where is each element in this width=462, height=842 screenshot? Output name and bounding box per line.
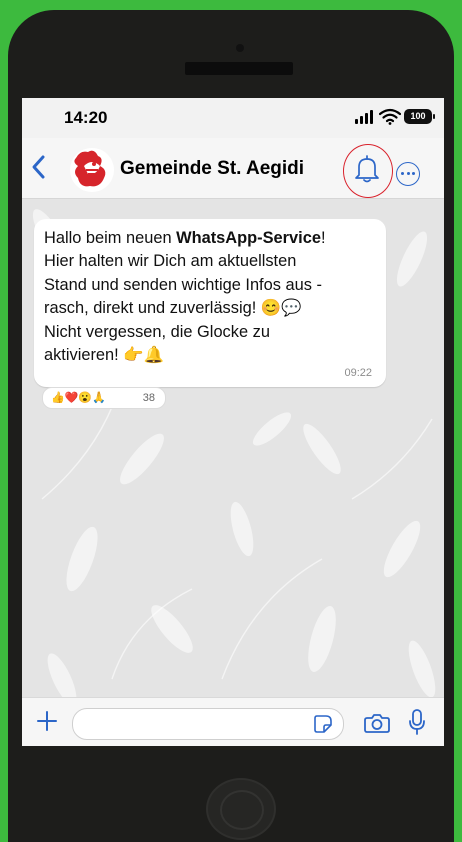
- phone-screen: 14:20 100 Gemeinde St. Aegidi Hallo beim…: [22, 98, 444, 746]
- microphone-icon[interactable]: [408, 708, 426, 736]
- front-camera: [236, 44, 244, 52]
- home-button[interactable]: [206, 778, 276, 840]
- message-line5: Nicht vergessen, die Glocke zu: [44, 322, 270, 341]
- message-line1-start: Hallo beim neuen: [44, 229, 177, 247]
- message-line2: Hier halten wir Dich am aktuellsten: [44, 252, 297, 271]
- message-text: Hallo beim neuen WhatsApp-Service! Hier …: [44, 227, 384, 367]
- more-options-icon[interactable]: [396, 162, 420, 186]
- back-chevron-icon[interactable]: [28, 152, 50, 182]
- message-input[interactable]: [72, 708, 344, 740]
- message-line4: rasch, direkt und zuverlässig! 😊💬: [44, 299, 302, 318]
- input-bar: [22, 697, 444, 746]
- battery-icon: 100: [404, 109, 432, 124]
- bell-icon[interactable]: [353, 154, 381, 184]
- chat-header: Gemeinde St. Aegidi: [22, 138, 444, 199]
- chat-area: Hallo beim neuen WhatsApp-Service! Hier …: [22, 199, 444, 697]
- message-timestamp: 09:22: [344, 367, 372, 379]
- plus-icon[interactable]: [36, 710, 58, 732]
- battery-nub: [433, 114, 435, 119]
- camera-icon[interactable]: [364, 712, 390, 734]
- reaction-count: 38: [142, 392, 155, 404]
- status-bar: 14:20 100: [22, 98, 444, 138]
- status-time: 14:20: [64, 108, 108, 127]
- message-line1-bold: WhatsApp-Service: [176, 229, 321, 247]
- earpiece-speaker: [185, 62, 293, 75]
- chat-title[interactable]: Gemeinde St. Aegidi: [120, 158, 304, 180]
- reaction-emojis: 👍❤️😮🙏: [51, 392, 106, 404]
- message-bubble[interactable]: Hallo beim neuen WhatsApp-Service! Hier …: [34, 219, 386, 387]
- community-avatar[interactable]: [70, 148, 114, 192]
- sticker-icon[interactable]: [314, 715, 332, 733]
- reaction-bar[interactable]: 👍❤️😮🙏 38: [42, 387, 166, 409]
- message-line1-end: !: [320, 229, 326, 247]
- wifi-icon: [379, 108, 401, 125]
- message-line3: Stand und senden wichtige Infos aus -: [44, 275, 322, 294]
- message-line6: aktivieren! 👉🔔: [44, 346, 165, 365]
- signal-icon: [355, 110, 373, 124]
